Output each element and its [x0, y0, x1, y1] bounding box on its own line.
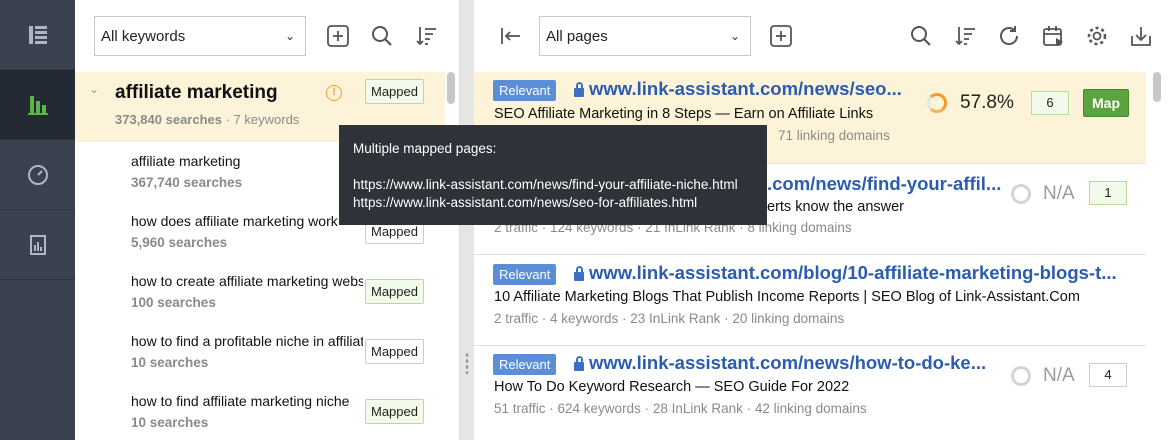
app-window: All keywords ⌄ ⌄ affiliate marketing ! M…: [0, 0, 1168, 440]
keyword-group-count: 7 keywords: [233, 112, 300, 127]
add-icon: [327, 25, 349, 47]
add-icon: [770, 25, 792, 47]
chevron-down-icon: ⌄: [284, 29, 295, 43]
page-url[interactable]: www.link-assistant.com/news/how-to-do-ke…: [589, 352, 986, 374]
chevron-down-icon[interactable]: ⌄: [89, 82, 99, 96]
keyword-count-box[interactable]: 1: [1089, 181, 1127, 205]
mapped-badge[interactable]: Mapped: [365, 339, 424, 364]
sort-icon: [955, 27, 975, 46]
page-score: N/A: [1043, 183, 1075, 204]
nav-item-keywords-list[interactable]: [0, 0, 75, 70]
score-ring-icon: [1011, 366, 1031, 386]
page-title: 10 Affiliate Marketing Blogs That Publis…: [494, 289, 1080, 305]
relevant-badge: Relevant: [493, 264, 557, 285]
mapped-badge[interactable]: Mapped: [365, 79, 424, 104]
gear-icon: [1087, 26, 1107, 46]
nav-item-reports[interactable]: [0, 210, 75, 280]
mapped-badge[interactable]: Mapped: [365, 399, 424, 424]
page-title: How To Do Keyword Research — SEO Guide F…: [494, 379, 850, 395]
collapse-left-icon: [501, 28, 520, 44]
pages-toolbar: All pages ⌄: [474, 0, 1168, 72]
bar-chart-icon: [27, 95, 48, 115]
nav-item-rank-tracking[interactable]: [0, 140, 75, 210]
keyword-text: how to find a profitable niche in affili…: [131, 333, 363, 349]
lock-icon: [574, 266, 584, 281]
tooltip-url: https://www.link-assistant.com/news/seo-…: [353, 195, 698, 210]
page-score: 57.8%: [960, 92, 1014, 113]
search-pages-button[interactable]: [906, 21, 936, 51]
nav-item-keyword-map[interactable]: [0, 70, 75, 140]
add-keyword-button[interactable]: [323, 21, 353, 51]
page-stats: 2 traffic · 4 keywords · 23 InLink Rank …: [494, 311, 845, 326]
sort-pages-button[interactable]: [950, 21, 980, 51]
tooltip-url: https://www.link-assistant.com/news/find…: [353, 177, 738, 192]
keyword-group-title: affiliate marketing: [115, 82, 278, 103]
list-icon: [28, 25, 47, 44]
download-icon: [1131, 27, 1151, 46]
schedule-icon: [1043, 26, 1063, 46]
sort-icon: [416, 27, 436, 46]
schedule-button[interactable]: [1038, 21, 1068, 51]
relevant-badge: Relevant: [493, 80, 557, 101]
page-score: N/A: [1043, 365, 1075, 386]
lock-icon: [574, 82, 584, 97]
keywords-scrollbar[interactable]: [447, 72, 455, 104]
page-url[interactable]: www.link-assistant.com/news/seo...: [589, 78, 902, 100]
sort-keywords-button[interactable]: [411, 21, 441, 51]
page-row[interactable]: Relevant www.link-assistant.com/news/how…: [474, 346, 1146, 440]
warning-icon[interactable]: !: [326, 85, 342, 101]
splitter-grip-icon[interactable]: [465, 352, 469, 374]
keyword-text: how to find affiliate marketing niche: [131, 393, 350, 409]
mapped-pages-tooltip: Multiple mapped pages: https://www.link-…: [339, 125, 767, 225]
pages-scrollbar[interactable]: [1153, 72, 1161, 102]
search-keywords-button[interactable]: [367, 21, 397, 51]
pages-filter-value: All pages: [546, 27, 608, 45]
pages-filter-select[interactable]: All pages ⌄: [539, 16, 751, 56]
lock-icon: [574, 356, 584, 371]
score-ring-icon: [1011, 184, 1031, 204]
page-stats: 51 traffic · 624 keywords · 28 InLink Ra…: [494, 401, 867, 416]
report-icon: [29, 234, 46, 255]
refresh-icon: [1000, 26, 1019, 45]
add-page-button[interactable]: [766, 21, 796, 51]
keyword-group-searches: 373,840 searches: [115, 112, 222, 127]
page-stats: 71 linking domains: [778, 128, 890, 143]
gauge-icon: [27, 164, 48, 185]
keyword-text: how to create affiliate marketing websit…: [131, 273, 363, 289]
map-button[interactable]: Map: [1083, 89, 1129, 117]
export-button[interactable]: [1126, 21, 1156, 51]
keyword-count-box[interactable]: 4: [1089, 363, 1127, 387]
page-title: erts know the answer: [767, 199, 905, 215]
relevant-badge: Relevant: [493, 354, 557, 375]
collapse-panel-button[interactable]: [496, 21, 526, 51]
keyword-count-box[interactable]: 6: [1031, 91, 1069, 115]
stats-separator: ·: [221, 112, 234, 127]
page-url[interactable]: www.link-assistant.com/blog/10-affiliate…: [589, 262, 1117, 284]
keyword-text: how does affiliate marketing work: [131, 213, 338, 229]
search-icon: [372, 26, 392, 46]
keyword-text: affiliate marketing: [131, 153, 241, 169]
nav-rail: [0, 0, 75, 440]
mapped-badge[interactable]: Mapped: [365, 279, 424, 304]
tooltip-heading: Multiple mapped pages:: [353, 141, 497, 156]
keywords-toolbar: All keywords ⌄: [75, 0, 459, 72]
keywords-filter-value: All keywords: [101, 27, 186, 45]
page-row[interactable]: Relevant www.link-assistant.com/blog/10-…: [474, 255, 1146, 346]
page-title: SEO Affiliate Marketing in 8 Steps — Ear…: [494, 106, 874, 122]
search-icon: [911, 26, 931, 46]
settings-button[interactable]: [1082, 21, 1112, 51]
keyword-group-stats: 373,840 searches · 7 keywords: [115, 112, 299, 127]
refresh-button[interactable]: [994, 21, 1024, 51]
keywords-filter-select[interactable]: All keywords ⌄: [94, 16, 306, 56]
chevron-down-icon: ⌄: [729, 29, 740, 43]
score-ring-icon: [927, 93, 947, 113]
page-url[interactable]: .com/news/find-your-affil...: [767, 173, 1001, 195]
